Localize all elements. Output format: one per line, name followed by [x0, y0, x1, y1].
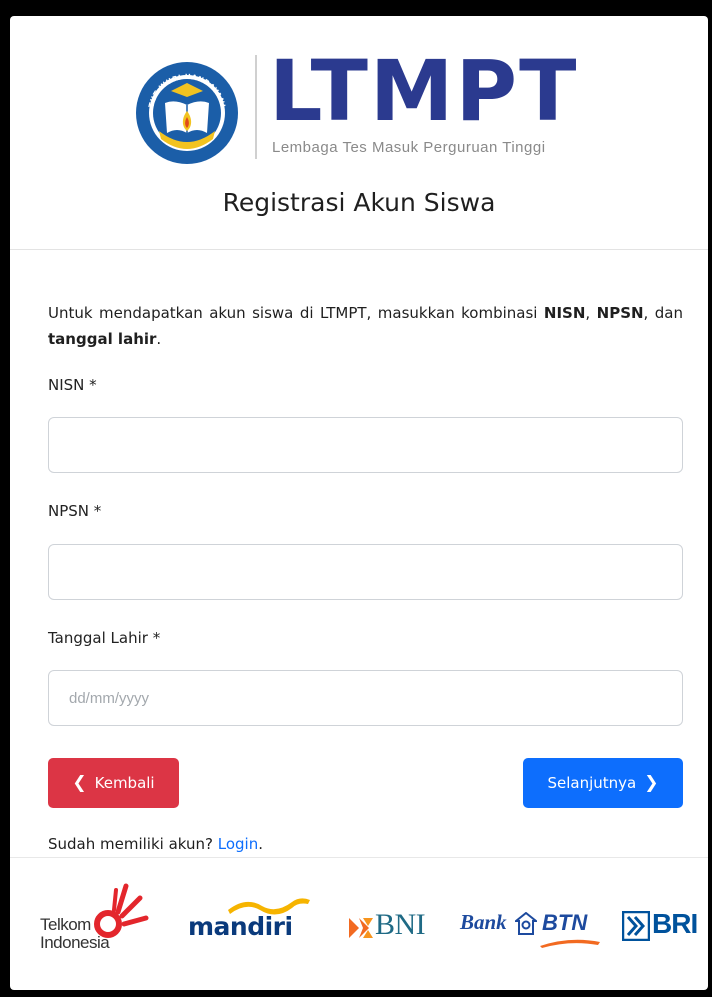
intro-sep1: ,	[585, 304, 597, 322]
bri-text: BRI	[652, 908, 698, 939]
form-section: Untuk mendapatkan akun siswa di LTMPT, m…	[10, 300, 708, 853]
chevron-left-icon: ❮	[72, 773, 87, 793]
btn-house-icon	[515, 912, 537, 935]
mandiri-logo: mandiri	[188, 898, 313, 948]
logo-subtitle: Lembaga Tes Masuk Perguruan Tinggi	[272, 139, 546, 156]
logo-wordmark: LTMPT	[269, 42, 579, 140]
login-prompt-suffix: .	[258, 835, 264, 853]
button-row: ❮ Kembali Selanjutnya ❯	[48, 758, 683, 808]
intro-npsn: NPSN	[596, 304, 644, 322]
intro-nisn: NISN	[543, 304, 586, 322]
nisn-input[interactable]	[48, 417, 683, 473]
telkom-line1: Telkom	[40, 915, 91, 934]
tanggal-lahir-input[interactable]	[48, 670, 683, 726]
login-prompt-text: Sudah memiliki akun?	[48, 835, 218, 853]
intro-text: Untuk mendapatkan akun siswa di LTMPT, m…	[48, 300, 683, 352]
next-button-label: Selanjutnya	[547, 774, 637, 792]
intro-tanggal: tanggal lahir	[48, 330, 157, 348]
login-prompt: Sudah memiliki akun? Login.	[48, 835, 683, 853]
npsn-label: NPSN *	[48, 502, 102, 520]
bri-logo: BRI	[622, 908, 708, 948]
tut-wuri-handayani-emblem-icon: TUT WURI HANDAYANI	[136, 62, 238, 164]
btn-bank-text: Bank	[460, 910, 507, 934]
header: TUT WURI HANDAYANI LTMPT Lembaga Tes Mas…	[10, 16, 708, 250]
nisn-label: NISN *	[48, 376, 97, 394]
back-button-label: Kembali	[94, 774, 155, 792]
partner-logos-footer: Telkom Indonesia mandiri BNI Bank BTN BR…	[10, 857, 708, 990]
login-link[interactable]: Login	[218, 835, 258, 853]
telkom-line2: Indonesia	[40, 933, 110, 952]
btn-swoosh-icon	[540, 939, 600, 948]
mandiri-text: mandiri	[188, 912, 293, 941]
ltmpt-logo: TUT WURI HANDAYANI LTMPT Lembaga Tes Mas…	[135, 42, 605, 169]
bni-text: BNI	[375, 908, 426, 941]
intro-sep2: , dan	[643, 304, 683, 322]
bni-mark-icon	[349, 918, 373, 938]
npsn-input[interactable]	[48, 544, 683, 600]
next-button[interactable]: Selanjutnya ❯	[523, 758, 683, 808]
bni-logo: BNI	[347, 908, 437, 950]
intro-suffix: .	[156, 330, 162, 348]
telkom-indonesia-logo: Telkom Indonesia	[40, 880, 160, 960]
intro-prefix: Untuk mendapatkan akun siswa di LTMPT, m…	[48, 304, 544, 322]
tanggal-lahir-label: Tanggal Lahir *	[48, 629, 161, 647]
bank-btn-logo: Bank BTN	[460, 908, 600, 953]
registration-card: TUT WURI HANDAYANI LTMPT Lembaga Tes Mas…	[10, 16, 708, 990]
logo-divider	[255, 55, 257, 159]
back-button[interactable]: ❮ Kembali	[48, 758, 179, 808]
btn-text: BTN	[542, 910, 588, 935]
chevron-right-icon: ❯	[644, 773, 659, 793]
bri-mark-icon	[622, 911, 650, 941]
telkom-text: Telkom Indonesia	[40, 915, 110, 952]
page-title: Registrasi Akun Siswa	[222, 188, 496, 217]
